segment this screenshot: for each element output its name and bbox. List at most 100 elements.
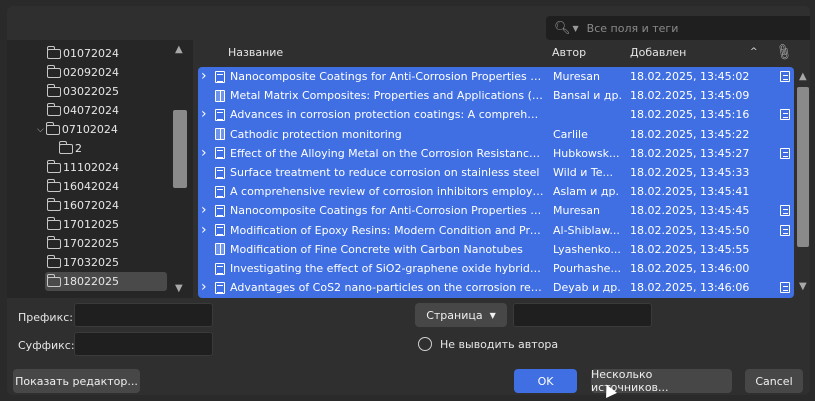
table-row[interactable]: Cathodic protection monitoring Carlile 18.… — [198, 125, 794, 144]
book-icon — [215, 128, 225, 141]
cell-author: Hubkowsk... — [553, 146, 620, 160]
book-icon — [215, 243, 225, 256]
table-row[interactable]: Investigating the effect of SiO2-graphen… — [198, 259, 794, 278]
cell-title: Surface treatment to reduce corrosion on… — [230, 166, 540, 179]
document-icon — [215, 185, 225, 198]
tree-item-label: 04072024 — [63, 104, 119, 117]
cell-title: Investigating the effect of SiO2-graphen… — [230, 262, 544, 275]
chevron-right-icon[interactable]: › — [201, 222, 207, 238]
cell-added: 18.02.2025, 13:45:41 — [630, 185, 750, 199]
chevron-right-icon[interactable]: › — [201, 68, 207, 84]
table-scrollbar[interactable]: ▲ ▼ — [796, 67, 810, 298]
cell-author: Lyashenko... — [553, 242, 621, 256]
document-icon — [215, 70, 225, 83]
collections-tree[interactable]: ▲ ▼ 01072024 02092024 03022025 04072024 ⌵ 071… — [7, 40, 193, 298]
attachment-column-icon[interactable]: 📎︎ — [773, 42, 794, 62]
chevron-right-icon[interactable]: › — [201, 202, 207, 218]
table-row[interactable]: › Effect of the Alloying Metal on the Cor… — [198, 144, 794, 163]
chevron-right-icon[interactable]: › — [201, 145, 207, 161]
omit-author-label[interactable]: Не выводить автора — [440, 338, 558, 351]
scroll-up-icon[interactable]: ▲ — [799, 71, 807, 82]
folder-icon — [47, 178, 61, 192]
tree-item[interactable]: 03022025 — [47, 82, 119, 101]
tree-item[interactable]: 17022025 — [47, 234, 119, 253]
search-field[interactable]: 🔍︎ ▼ Все поля и теги — [546, 16, 810, 40]
suffix-label: Суффикс: — [18, 339, 75, 352]
attachment-icon[interactable] — [780, 71, 790, 82]
table-row[interactable]: › Nanocomposite Coatings for Anti-Corrosi… — [198, 201, 794, 220]
table-scrollbar-thumb[interactable] — [797, 87, 809, 247]
document-icon — [215, 147, 225, 160]
cell-title: Advances in corrosion protection coating… — [230, 108, 544, 122]
cell-author: Aslam и др. — [553, 185, 619, 199]
folder-icon — [47, 159, 61, 173]
tree-item[interactable]: 01072024 — [47, 44, 119, 63]
cell-author: Deyab и др. — [553, 281, 621, 295]
cell-added: 18.02.2025, 13:46:06 — [630, 281, 750, 295]
table-row[interactable]: › Advances in corrosion protection coatin… — [198, 105, 794, 124]
table-rows[interactable]: › Nanocomposite Coatings for Anti-Corrosi… — [198, 67, 794, 298]
attachment-icon[interactable] — [780, 224, 790, 236]
chevron-down-icon[interactable]: ▼ — [573, 24, 579, 33]
chevron-right-icon[interactable]: › — [201, 279, 207, 295]
table-row[interactable]: Surface treatment to reduce corrosion on… — [198, 163, 794, 182]
cell-author: Muresan — [553, 204, 600, 218]
tree-item-label: 16042024 — [63, 180, 119, 193]
column-header-added[interactable]: Добавлен — [630, 46, 686, 59]
cell-author: Bansal и др. — [553, 89, 623, 103]
cell-added: 18.02.2025, 13:45:55 — [630, 242, 750, 256]
folder-icon — [47, 197, 61, 211]
table-row[interactable]: › Nanocomposite Coatings for Anti-Corrosi… — [198, 67, 794, 86]
search-icon[interactable]: 🔍︎ — [554, 21, 571, 36]
table-row[interactable]: Metal Matrix Composites: Properties and … — [198, 86, 794, 105]
column-header-author[interactable]: Автор — [552, 46, 586, 59]
cell-title: Nanocomposite Coatings for Anti-Corrosio… — [230, 70, 544, 83]
tree-item[interactable]: 2 — [59, 139, 82, 158]
cell-added: 18.02.2025, 13:45:33 — [630, 166, 750, 179]
document-icon — [215, 224, 225, 237]
tree-item[interactable]: 16042024 — [47, 177, 119, 196]
attachment-icon[interactable] — [780, 282, 790, 294]
suffix-field[interactable] — [74, 332, 213, 356]
attachment-icon[interactable] — [780, 205, 790, 217]
folder-icon — [47, 102, 61, 116]
tree-item[interactable]: 11102024 — [47, 158, 119, 177]
scroll-up-icon[interactable]: ▲ — [175, 44, 183, 55]
cell-added: 18.02.2025, 13:45:09 — [630, 89, 750, 103]
chevron-right-icon[interactable]: › — [201, 106, 207, 122]
omit-author-checkbox[interactable] — [418, 337, 432, 351]
tree-item[interactable]: 18022025 — [45, 272, 167, 291]
chevron-down-icon[interactable]: ⌵ — [37, 125, 44, 135]
table-row[interactable]: › Advantages of CoS2 nano-particles on th… — [198, 278, 794, 297]
tree-item[interactable]: 02092024 — [47, 63, 119, 82]
folder-icon — [59, 140, 73, 154]
cell-added: 18.02.2025, 13:45:16 — [630, 108, 750, 122]
tree-scrollbar-thumb[interactable] — [173, 110, 187, 188]
page-field[interactable] — [513, 303, 652, 327]
cell-title: Modification of Fine Concrete with Carbo… — [230, 242, 523, 256]
tree-item-label: 11102024 — [63, 161, 119, 174]
ok-button[interactable]: OK — [514, 369, 577, 393]
tree-item[interactable]: 17012025 — [47, 215, 119, 234]
attachment-icon[interactable] — [780, 147, 790, 159]
page-locator-dropdown[interactable]: Страница ▼ — [415, 303, 507, 327]
prefix-field[interactable] — [74, 303, 213, 327]
scroll-down-icon[interactable]: ▼ — [175, 283, 183, 294]
tree-item[interactable]: 17032025 — [47, 253, 119, 272]
cell-title: Advantages of CoS2 nano-particles on the… — [230, 281, 544, 295]
cancel-button[interactable]: Cancel — [745, 369, 803, 393]
show-editor-button[interactable]: Показать редактор... — [13, 369, 140, 393]
tree-item[interactable]: ⌵ 07102024 — [37, 120, 118, 139]
cell-added: 18.02.2025, 13:45:50 — [630, 223, 750, 237]
cell-title: Cathodic protection monitoring — [230, 127, 402, 141]
column-header-title[interactable]: Название — [228, 46, 283, 59]
scroll-down-icon[interactable]: ▼ — [799, 281, 807, 292]
table-row[interactable]: A comprehensive review of corrosion inhi… — [198, 182, 794, 201]
table-row[interactable]: Modification of Fine Concrete with Carbo… — [198, 240, 794, 259]
table-row[interactable]: › Modification of Epoxy Resins: Modern Co… — [198, 221, 794, 240]
tree-item[interactable]: 04072024 — [47, 101, 119, 120]
tree-item-label: 2 — [75, 142, 82, 155]
tree-item[interactable]: 16072024 — [47, 196, 119, 215]
tree-item-label: 17012025 — [63, 218, 119, 231]
attachment-icon[interactable] — [780, 109, 790, 121]
